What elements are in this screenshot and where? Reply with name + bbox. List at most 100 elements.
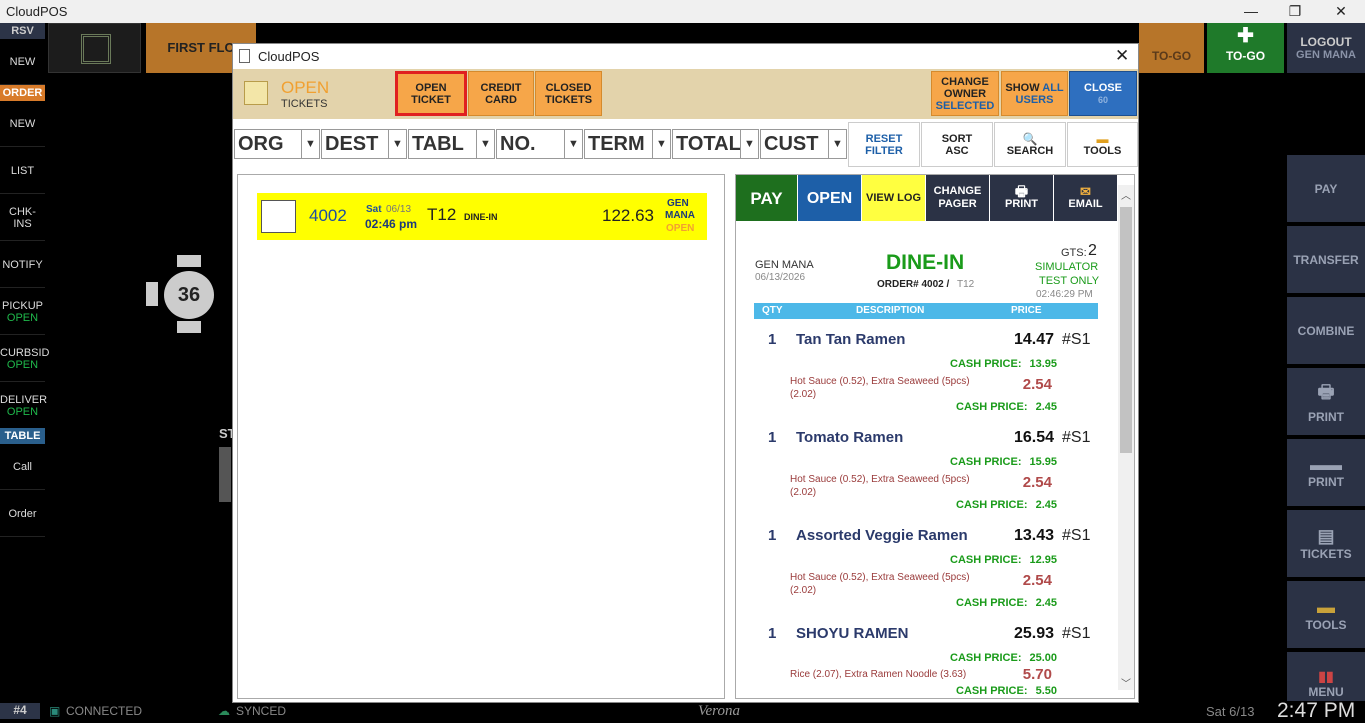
filter-dest[interactable]: DEST ▼ xyxy=(321,129,407,159)
ticket-row[interactable]: 4002 Sat 06/13 02:46 pm T12 DINE-IN 122.… xyxy=(257,193,707,240)
pickup-button[interactable]: PICKUP OPEN xyxy=(0,289,45,335)
item-cash-label: CASH PRICE: xyxy=(950,358,1022,370)
item-qty: 1 xyxy=(768,429,777,446)
item-mod-cash-label: CASH PRICE: xyxy=(956,499,1028,511)
search-icon: 🔍 xyxy=(1022,131,1038,146)
col-description: DESCRIPTION xyxy=(856,305,925,316)
order-new-label: NEW xyxy=(9,117,36,130)
print-side-label: PRINT xyxy=(1308,409,1344,424)
closed-tickets-label-2: TICKETS xyxy=(544,93,593,106)
filter-cust[interactable]: CUST ▼ xyxy=(760,129,847,159)
close-countdown: 60 xyxy=(1097,94,1108,105)
change-owner-button[interactable]: CHANGE OWNER SELECTED xyxy=(931,71,999,116)
home-logo-button[interactable] xyxy=(48,23,141,73)
floor-partial-table[interactable] xyxy=(219,447,231,502)
tickets-side-label: TICKETS xyxy=(1300,547,1352,561)
brand-label: Verona xyxy=(698,703,740,719)
close-dialog-button[interactable]: CLOSE 60 xyxy=(1069,71,1137,116)
print-button[interactable]: 🖶 PRINT xyxy=(990,175,1053,221)
printer-icon: 🖶 xyxy=(1014,183,1029,199)
email-button[interactable]: ✉ EMAIL xyxy=(1054,175,1117,221)
menu-button[interactable]: ▮▮ MENU xyxy=(1287,652,1365,703)
order-list-button[interactable]: LIST xyxy=(0,148,45,194)
scroll-down-icon[interactable]: ﹀ xyxy=(1121,675,1131,690)
tools-side-label: TOOLS xyxy=(1305,618,1347,632)
col-qty: QTY xyxy=(762,305,783,316)
reset-filter-button[interactable]: RESET FILTER xyxy=(848,122,920,167)
filter-total[interactable]: TOTAL ▼ xyxy=(672,129,759,159)
table-order-button[interactable]: Order xyxy=(0,491,45,537)
window-close-button[interactable]: ✕ xyxy=(1318,0,1364,23)
item-seat: #S1 xyxy=(1062,625,1091,642)
ticket-detail: PAY OPEN VIEW LOG CHANGE PAGER 🖶 PRINT ✉… xyxy=(735,174,1135,699)
section-table: TABLE xyxy=(0,428,45,444)
scrollbar[interactable]: ︿ ﹀ xyxy=(1118,185,1134,690)
scroll-up-icon[interactable]: ︿ xyxy=(1121,187,1131,202)
chevron-down-icon: ▼ xyxy=(652,130,670,158)
open-ticket-button[interactable]: OPEN TICKET xyxy=(395,71,467,116)
chevron-down-icon: ▼ xyxy=(564,130,582,158)
tools-label: TOOLS xyxy=(1083,144,1122,157)
item-cash-label: CASH PRICE: xyxy=(950,554,1022,566)
notify-button[interactable]: NOTIFY xyxy=(0,242,45,288)
chevron-down-icon: ▼ xyxy=(740,130,758,158)
combine-button[interactable]: COMBINE xyxy=(1287,297,1365,366)
minimize-button[interactable]: — xyxy=(1228,0,1274,23)
curbside-button[interactable]: CURBSID OPEN xyxy=(0,336,50,382)
scrollbar-thumb[interactable] xyxy=(1120,207,1132,453)
window-titlebar: CloudPOS — ❐ ✕ xyxy=(0,0,1365,23)
floor-table-36[interactable]: 36 xyxy=(146,255,230,335)
users-label: USERS xyxy=(1015,93,1054,106)
change-owner-label-3: SELECTED xyxy=(935,99,995,112)
filter-term[interactable]: TERM ▼ xyxy=(584,129,671,159)
item-mod-cash-price: 2.45 xyxy=(1035,499,1057,511)
show-all-users-button[interactable]: SHOW ALL USERS xyxy=(1001,71,1068,116)
logout-label: LOGOUT xyxy=(1300,35,1352,49)
print-multi-label: PRINT xyxy=(1308,474,1344,489)
item-price: 13.43 xyxy=(1013,527,1054,544)
transfer-button[interactable]: TRANSFER xyxy=(1287,226,1365,295)
filter-tabl[interactable]: TABL ▼ xyxy=(408,129,495,159)
new-togo-button[interactable]: ✚ TO-GO xyxy=(1207,23,1284,73)
print-side-button[interactable]: 🖶 PRINT xyxy=(1287,368,1365,437)
open-button[interactable]: OPEN xyxy=(798,175,861,221)
tools-side-button[interactable]: ▬ TOOLS xyxy=(1287,581,1365,650)
dialog-close-icon[interactable]: ✕ xyxy=(1115,46,1129,66)
delivery-button[interactable]: DELIVER OPEN xyxy=(0,383,47,429)
togo-tab[interactable]: TO-GO xyxy=(1139,23,1204,73)
pay-button[interactable]: PAY xyxy=(736,175,797,221)
dialog-header: OPEN TICKETS OPEN TICKET CREDIT CARD CLO… xyxy=(233,69,1138,119)
filter-tabl-label: TABL xyxy=(412,133,464,155)
order-new-button[interactable]: NEW xyxy=(0,101,45,147)
item-cash-price: 13.95 xyxy=(1029,358,1057,370)
ticket-icon: ▤ xyxy=(1317,526,1335,546)
status-subtitle: TICKETS xyxy=(281,98,328,110)
pay-side-button[interactable]: PAY xyxy=(1287,155,1365,224)
call-button[interactable]: Call xyxy=(0,444,45,490)
call-label: Call xyxy=(13,460,32,473)
tickets-side-button[interactable]: ▤ TICKETS xyxy=(1287,510,1365,579)
ticket-owner-1: GEN xyxy=(667,198,689,209)
connected-icon: ▣ xyxy=(49,704,61,718)
search-button[interactable]: 🔍 SEARCH xyxy=(994,122,1066,167)
print-multi-button[interactable]: ▬▬ PRINT xyxy=(1287,439,1365,508)
status-time: 2:47 PM xyxy=(1277,699,1356,722)
filter-org[interactable]: ORG ▼ xyxy=(234,129,320,159)
restore-button[interactable]: ❐ xyxy=(1272,0,1318,23)
logout-button[interactable]: LOGOUT GEN MANA xyxy=(1287,23,1365,73)
change-pager-button[interactable]: CHANGE PAGER xyxy=(926,175,989,221)
credit-card-button[interactable]: CREDIT CARD xyxy=(468,71,534,116)
window-title: CloudPOS xyxy=(6,4,68,19)
filter-no[interactable]: NO. ▼ xyxy=(496,129,583,159)
chair-top xyxy=(177,255,201,267)
chk-ins-button[interactable]: CHK-INS xyxy=(0,195,45,241)
delivery-status: OPEN xyxy=(6,405,39,418)
rsv-new-button[interactable]: NEW xyxy=(0,39,45,85)
sort-asc-button[interactable]: SORT ASC xyxy=(921,122,993,167)
item-seat: #S1 xyxy=(1062,429,1091,446)
closed-tickets-button[interactable]: CLOSED TICKETS xyxy=(535,71,602,116)
view-log-button[interactable]: VIEW LOG xyxy=(862,175,925,221)
email-label: EMAIL xyxy=(1068,198,1103,210)
ticket-checkbox[interactable] xyxy=(261,200,296,233)
tools-button[interactable]: ▬ TOOLS xyxy=(1067,122,1138,167)
